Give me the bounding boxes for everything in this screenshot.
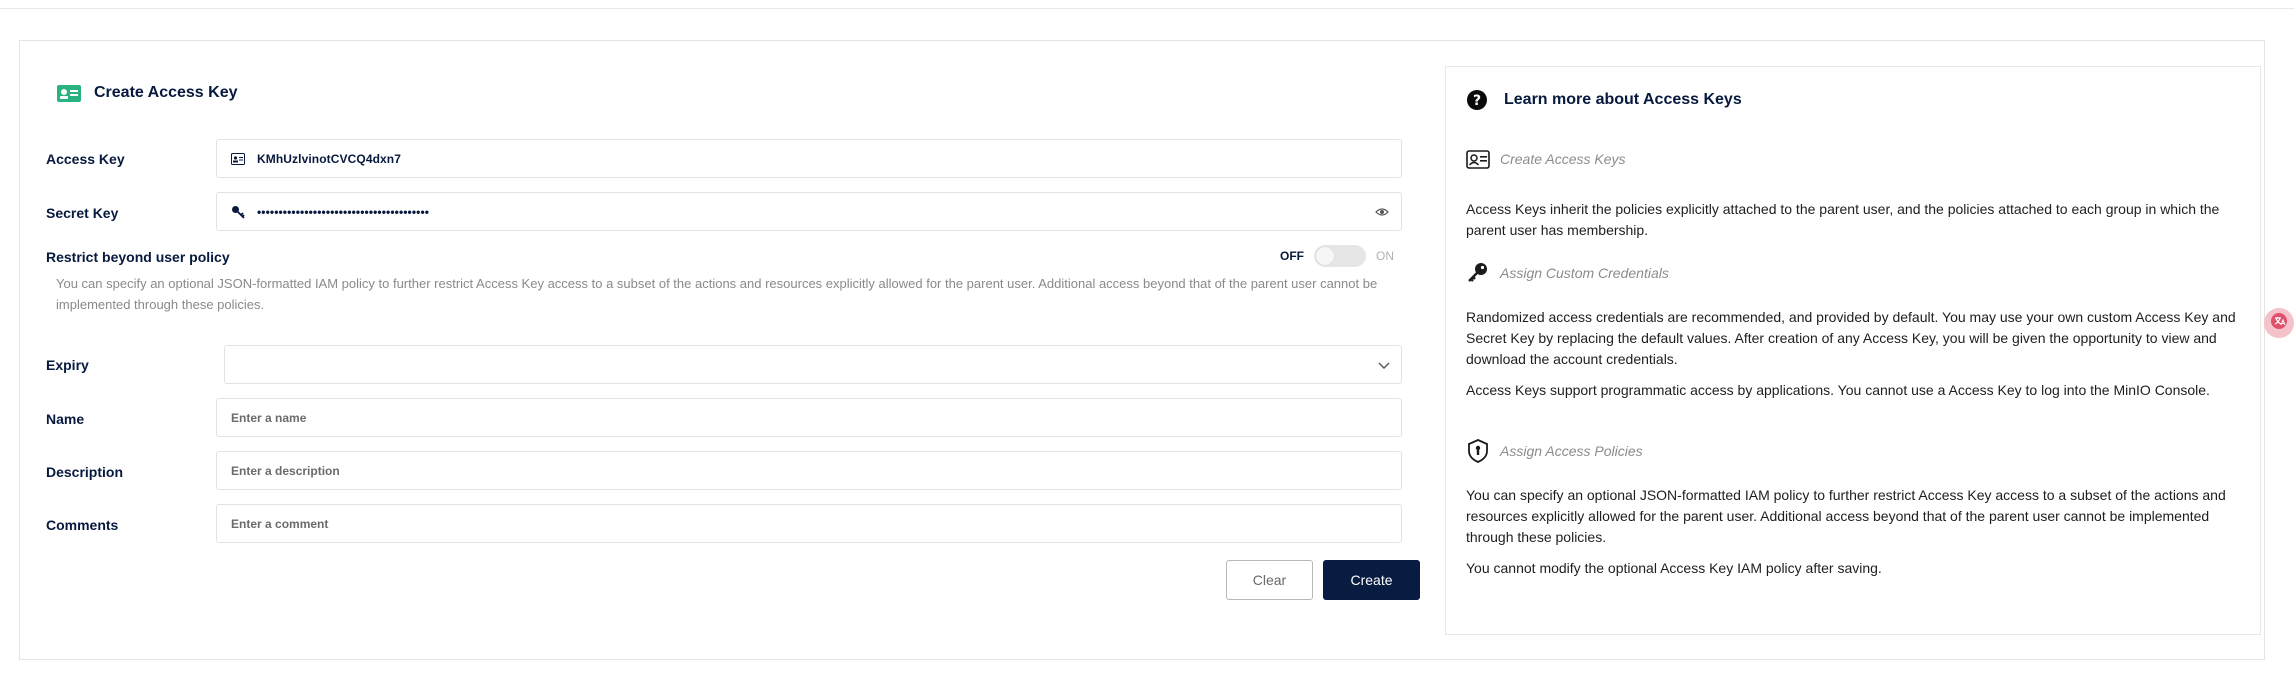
floating-translate-button[interactable] [2264, 308, 2294, 338]
svg-text:?: ? [1473, 93, 1481, 109]
section-assign-access-policies: Assign Access Policies [1466, 439, 1643, 463]
toggle-on-label: ON [1376, 249, 1394, 263]
translate-icon [2270, 312, 2288, 335]
chevron-down-icon [1377, 358, 1391, 372]
key-icon [231, 205, 245, 219]
section-paragraph: Access Keys support programmatic access … [1466, 382, 2210, 398]
name-input[interactable]: Enter a name [216, 398, 1402, 437]
toggle-knob [1316, 247, 1334, 265]
id-card-icon [231, 152, 245, 166]
key-icon [1466, 261, 1490, 285]
page-title: Create Access Key [94, 84, 238, 101]
access-key-field[interactable]: KMhUzlvinotCVCQ4dxn7 [216, 139, 1402, 178]
access-key-label: Access Key [46, 151, 125, 167]
top-divider [0, 8, 2294, 9]
section-create-access-keys: Create Access Keys [1466, 147, 1626, 171]
section-assign-custom-credentials: Assign Custom Credentials [1466, 261, 1669, 285]
clear-button[interactable]: Clear [1226, 560, 1313, 600]
expiry-select[interactable] [224, 345, 1402, 384]
expiry-label: Expiry [46, 357, 89, 373]
learn-more-panel: ? Learn more about Access Keys Create Ac… [1445, 66, 2261, 635]
secret-key-field[interactable]: •••••••••••••••••••••••••••••••••••••••• [216, 192, 1402, 231]
section-paragraph: Randomized access credentials are recomm… [1466, 309, 2236, 367]
description-input[interactable]: Enter a description [216, 451, 1402, 490]
name-placeholder: Enter a name [231, 410, 307, 425]
section-heading: Assign Custom Credentials [1500, 265, 1669, 281]
create-button[interactable]: Create [1323, 560, 1420, 600]
help-circle-icon: ? [1466, 89, 1488, 111]
restrict-label: Restrict beyond user policy [46, 249, 230, 265]
description-placeholder: Enter a description [231, 463, 340, 478]
section-paragraph: Access Keys inherit the policies explici… [1466, 201, 2220, 238]
create-access-key-panel: Create Access Key Access Key KMhUzlvinot… [19, 40, 2265, 660]
name-label: Name [46, 411, 85, 427]
description-label: Description [46, 464, 124, 480]
eye-icon[interactable] [1375, 205, 1389, 219]
shield-icon [1466, 439, 1490, 463]
form-header: Create Access Key [56, 82, 238, 104]
restrict-toggle-group: OFF ON [1280, 245, 1394, 267]
section-paragraph: You can specify an optional JSON-formatt… [1466, 487, 2226, 545]
restrict-toggle[interactable] [1314, 245, 1366, 267]
restrict-help-text: You can specify an optional JSON-formatt… [56, 276, 1378, 312]
secret-key-value: •••••••••••••••••••••••••••••••••••••••• [257, 204, 430, 219]
id-card-icon [1466, 147, 1490, 171]
access-key-icon [56, 82, 82, 104]
access-key-value: KMhUzlvinotCVCQ4dxn7 [257, 151, 402, 166]
learn-more-title: Learn more about Access Keys [1504, 91, 1742, 108]
section-heading: Assign Access Policies [1500, 443, 1643, 459]
comments-label: Comments [46, 517, 119, 533]
section-heading: Create Access Keys [1500, 151, 1626, 167]
comments-placeholder: Enter a comment [231, 516, 329, 531]
secret-key-label: Secret Key [46, 205, 119, 221]
toggle-off-label: OFF [1280, 249, 1304, 263]
comments-input[interactable]: Enter a comment [216, 504, 1402, 543]
section-paragraph: You cannot modify the optional Access Ke… [1466, 560, 1882, 576]
learn-more-header: ? Learn more about Access Keys [1466, 89, 1742, 111]
